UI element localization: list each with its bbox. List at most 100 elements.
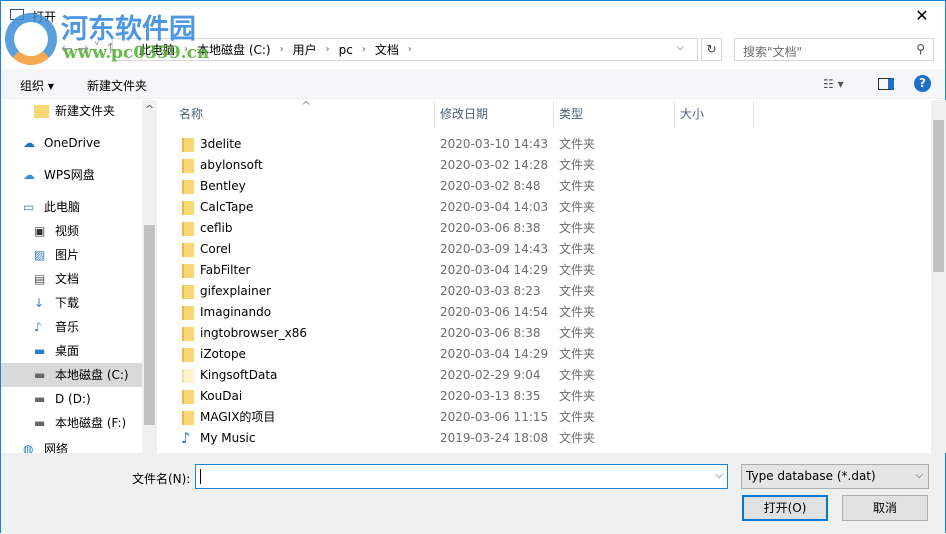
nav-item-label: WPS网盘 bbox=[44, 168, 95, 182]
nav-item[interactable]: ▬ 桌面 bbox=[34, 339, 79, 363]
toolbar: 组织 ▾ 新建文件夹 ☷ ▾ ? bbox=[1, 69, 945, 99]
file-row[interactable]: FabFilter 2020-03-04 14:29 文件夹 bbox=[161, 260, 931, 281]
cloud-icon: ☁ bbox=[23, 135, 35, 150]
file-type-select[interactable]: Type database (*.dat) ⌵ bbox=[741, 464, 929, 489]
chevron-right-icon[interactable]: › bbox=[326, 44, 330, 55]
folder-icon bbox=[182, 222, 194, 236]
file-row[interactable]: ceflib 2020-03-06 8:38 文件夹 bbox=[161, 218, 931, 239]
nav-item[interactable]: ▭ 此电脑 bbox=[23, 195, 80, 219]
crumb-this-pc[interactable]: 此电脑 bbox=[139, 41, 175, 58]
nav-item[interactable]: 新建文件夹 bbox=[34, 100, 115, 123]
cancel-button[interactable]: 取消 bbox=[842, 495, 928, 521]
nav-scroll-thumb[interactable] bbox=[144, 225, 155, 425]
computer-icon: ▭ bbox=[23, 199, 35, 214]
address-bar[interactable]: 此电脑 › 本地磁盘 (C:) › 用户 › pc › 文档 › ⌵ bbox=[112, 38, 698, 61]
file-scroll-thumb[interactable] bbox=[933, 120, 944, 272]
search-input[interactable]: 搜索"文档" ⚲ bbox=[734, 38, 934, 61]
file-name: 3delite bbox=[200, 137, 242, 151]
sort-ascending-icon: ^ bbox=[301, 100, 312, 113]
nav-item[interactable]: ◍ 网络 bbox=[23, 437, 68, 453]
file-type: 文件夹 bbox=[559, 137, 596, 151]
drive-icon: ▬ bbox=[34, 415, 46, 430]
column-divider[interactable] bbox=[674, 100, 675, 128]
text-caret bbox=[200, 469, 201, 484]
column-header-type[interactable]: 类型 bbox=[559, 100, 583, 128]
up-button[interactable]: ← → ˅ ↑ bbox=[61, 41, 117, 57]
file-row[interactable]: CalcTape 2020-03-04 14:03 文件夹 bbox=[161, 197, 931, 218]
file-name: iZotope bbox=[200, 347, 246, 361]
folder-icon bbox=[182, 159, 194, 173]
file-row[interactable]: Bentley 2020-03-02 8:48 文件夹 bbox=[161, 176, 931, 197]
nav-item[interactable]: ☁ OneDrive bbox=[23, 131, 100, 155]
file-date: 2019-03-24 18:08 bbox=[440, 431, 549, 445]
chevron-down-icon[interactable]: ⌵ bbox=[715, 470, 723, 481]
organize-button[interactable]: 组织 ▾ bbox=[20, 77, 54, 94]
chevron-right-icon[interactable]: › bbox=[362, 44, 366, 55]
file-name: KingsoftData bbox=[200, 368, 278, 382]
nav-item-label: 文档 bbox=[55, 272, 80, 286]
nav-item[interactable]: ▬ 本地磁盘 (C:) bbox=[1, 363, 142, 387]
search-icon: ⚲ bbox=[916, 42, 925, 56]
close-button[interactable]: ✕ bbox=[899, 1, 945, 31]
help-icon[interactable]: ? bbox=[914, 75, 931, 92]
file-row[interactable]: MAGIX的项目 2020-03-06 11:15 文件夹 bbox=[161, 407, 931, 428]
nav-item[interactable]: ▣ 视频 bbox=[34, 219, 79, 243]
chevron-right-icon[interactable]: › bbox=[184, 44, 188, 55]
file-name: abylonsoft bbox=[200, 158, 263, 172]
music-folder-icon: ♪ bbox=[181, 429, 191, 447]
crumb-drive-c[interactable]: 本地磁盘 (C:) bbox=[197, 41, 271, 58]
nav-item[interactable]: ▬ 本地磁盘 (F:) bbox=[34, 411, 126, 435]
file-date: 2020-03-06 8:38 bbox=[440, 221, 541, 235]
chevron-down-icon[interactable]: ⌵ bbox=[676, 42, 684, 53]
refresh-button[interactable]: ↻ bbox=[701, 38, 722, 61]
file-row[interactable]: Corel 2020-03-09 14:43 文件夹 bbox=[161, 239, 931, 260]
nav-scrollbar[interactable] bbox=[142, 100, 157, 453]
file-row[interactable]: KouDai 2020-03-13 8:35 文件夹 bbox=[161, 386, 931, 407]
column-divider[interactable] bbox=[434, 100, 435, 128]
file-row[interactable]: gifexplainer 2020-03-03 8:23 文件夹 bbox=[161, 281, 931, 302]
nav-item[interactable]: ☁ WPS网盘 bbox=[23, 163, 95, 187]
nav-item[interactable]: ▤ 文档 bbox=[34, 267, 79, 291]
nav-item[interactable]: ♪ 音乐 bbox=[34, 315, 79, 339]
file-list-scrollbar[interactable] bbox=[931, 100, 946, 453]
crumb-pc[interactable]: pc bbox=[339, 43, 353, 57]
crumb-documents[interactable]: 文档 bbox=[375, 41, 399, 58]
column-divider[interactable] bbox=[753, 100, 754, 128]
nav-item-label: 下载 bbox=[55, 296, 80, 310]
scroll-up-icon[interactable]: ^ bbox=[142, 103, 157, 116]
column-header-size[interactable]: 大小 bbox=[680, 100, 704, 128]
file-row[interactable]: ingtobrowser_x86 2020-03-06 8:38 文件夹 bbox=[161, 323, 931, 344]
file-row[interactable]: ♪ My Music 2019-03-24 18:08 文件夹 bbox=[161, 428, 931, 449]
nav-item-label: 此电脑 bbox=[44, 200, 81, 214]
new-folder-button[interactable]: 新建文件夹 bbox=[87, 77, 147, 94]
column-header-name[interactable]: 名称 bbox=[179, 100, 203, 128]
file-name: Bentley bbox=[200, 179, 246, 193]
file-row[interactable]: iZotope 2020-03-04 14:29 文件夹 bbox=[161, 344, 931, 365]
filename-input[interactable]: ⌵ bbox=[195, 464, 728, 489]
folder-icon bbox=[182, 243, 194, 257]
file-row[interactable]: 3delite 2020-03-10 14:43 文件夹 bbox=[161, 134, 931, 155]
column-header-date[interactable]: 修改日期 bbox=[440, 100, 488, 128]
file-type: 文件夹 bbox=[559, 158, 596, 172]
preview-pane-icon[interactable] bbox=[878, 78, 894, 90]
file-name: FabFilter bbox=[200, 263, 251, 277]
view-options-icon[interactable]: ☷ ▾ bbox=[823, 77, 844, 91]
folder-icon bbox=[34, 104, 49, 118]
window-icon bbox=[10, 9, 24, 20]
file-type: 文件夹 bbox=[559, 200, 596, 214]
title-bar: 打开 ✕ bbox=[1, 1, 945, 31]
nav-item[interactable]: ▨ 图片 bbox=[34, 243, 79, 267]
nav-item-label: D (D:) bbox=[55, 392, 91, 406]
chevron-right-icon[interactable]: › bbox=[280, 44, 284, 55]
nav-item[interactable]: ▬ D (D:) bbox=[34, 387, 91, 411]
file-row[interactable]: Imaginando 2020-03-06 14:54 文件夹 bbox=[161, 302, 931, 323]
nav-item[interactable]: ↓ 下载 bbox=[34, 291, 79, 315]
chevron-right-icon[interactable]: › bbox=[408, 44, 412, 55]
file-date: 2020-02-29 9:04 bbox=[440, 368, 541, 382]
file-date: 2020-03-04 14:29 bbox=[440, 347, 549, 361]
crumb-users[interactable]: 用户 bbox=[293, 41, 317, 58]
column-divider[interactable] bbox=[553, 100, 554, 128]
file-row[interactable]: abylonsoft 2020-03-02 14:28 文件夹 bbox=[161, 155, 931, 176]
file-row[interactable]: KingsoftData 2020-02-29 9:04 文件夹 bbox=[161, 365, 931, 386]
open-button[interactable]: 打开(O) bbox=[742, 495, 828, 521]
